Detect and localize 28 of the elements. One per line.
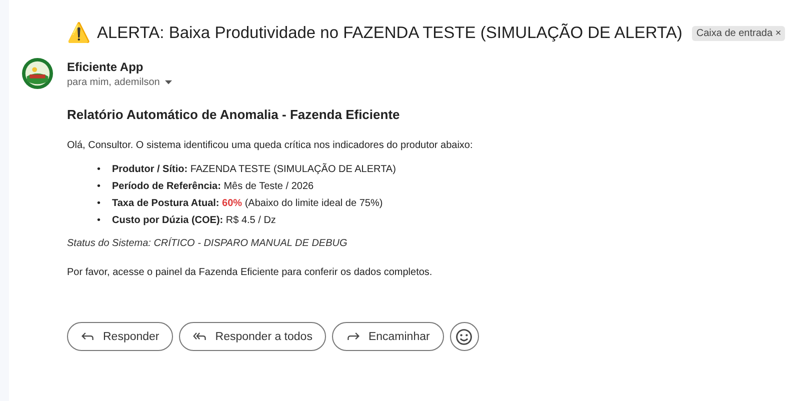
bullet: • [97,180,102,194]
reply-arrow-icon [81,331,95,342]
status-text: Status do Sistema: CRÍTICO - DISPARO MANUAL DE DEBUG [67,238,348,249]
sender-name: Eficiente App [67,60,144,74]
emoji-reaction-button[interactable] [450,322,479,351]
smiley-icon [455,328,474,346]
reply-button[interactable]: Responder [67,322,174,351]
closing-text: Por favor, acesse o painel da Fazenda Eficiente para conferir os dados completos. [67,267,434,278]
sender-avatar-icon [22,58,53,89]
indicator-item: Produtor / Sítio: FAZENDA TESTE (SIMULAÇÃO DE ALERTA) [112,162,396,177]
warning-icon: ⚠ [67,24,91,42]
bullet: • [97,197,102,211]
bullet: • [97,163,102,177]
recipients-text: para mim, ademilson [67,77,160,88]
reply-all-arrow-icon [193,331,208,342]
email-subject: ALERTA: Baixa Produtividade no FAZENDA TESTE (SIMULAÇÃO DE ALERTA) [97,24,682,42]
forward-arrow-icon [346,331,360,342]
intro-text: Olá, Consultor. O sistema identificou uma queda crítica nos indicadores do produtor abaixo: [67,140,474,151]
inbox-label: Caixa de entrada × [692,26,786,40]
indicator-item: Custo por Dúzia (COE): R$ 4.5 / Dz [112,214,276,228]
caret-icon[interactable] [164,80,172,85]
indicator-item: Período de Referência: Mês de Teste / 2026 [112,180,314,194]
reply-all-button[interactable]: Responder a todos [179,322,326,351]
bullet: • [97,214,102,228]
remove-label-button[interactable]: × [775,28,782,38]
report-heading: Relatório Automático de Anomalia - Fazenda Eficiente [67,107,401,122]
indicator-item: Taxa de Postura Atual: 60% (Abaixo do limite ideal de 75%) [112,197,383,211]
forward-button[interactable]: Encaminhar [332,322,444,351]
